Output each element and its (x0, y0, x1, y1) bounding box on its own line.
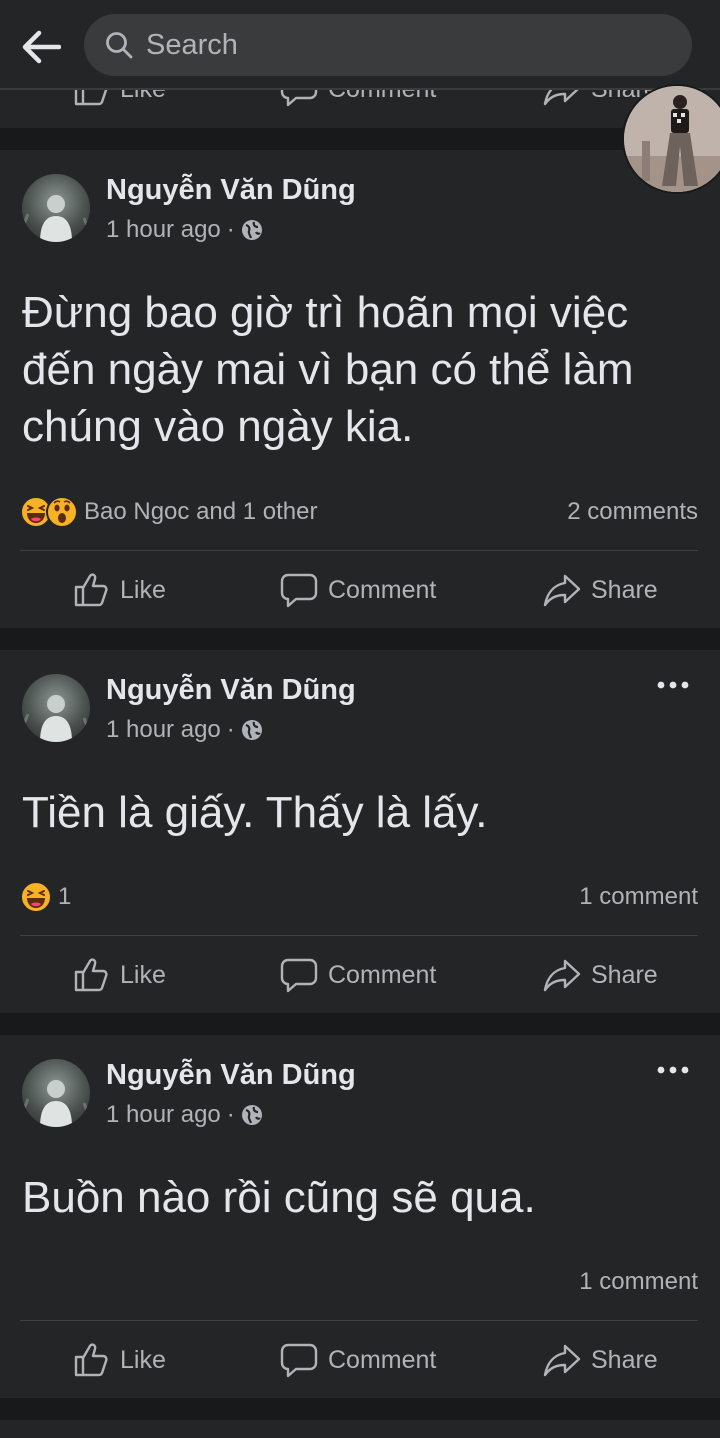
share-button[interactable]: Share (543, 552, 658, 628)
post-stats: 1 comment (20, 1262, 698, 1302)
comments-count[interactable]: 1 comment (579, 1268, 698, 1296)
comment-label: Comment (328, 960, 437, 989)
comments-count[interactable]: 1 comment (579, 883, 698, 911)
reaction-icons (20, 496, 78, 528)
share-icon (543, 1344, 581, 1377)
arrow-left-icon (22, 30, 61, 64)
post-text: Đừng bao giờ trì hoãn mọi việc đến ngày … (22, 288, 634, 451)
meta-separator: · (226, 716, 235, 743)
top-bar (0, 0, 720, 90)
thumbs-up-icon (74, 90, 108, 106)
globe-icon (241, 720, 262, 740)
thumbs-up-icon (74, 958, 108, 992)
like-label: Like (120, 90, 166, 104)
post-time[interactable]: 1 hour ago (106, 216, 221, 244)
globe-icon (241, 1105, 262, 1125)
more-horizontal-icon (657, 1066, 689, 1074)
post-meta: 1 hour ago · (106, 216, 263, 244)
comment-icon (280, 1343, 318, 1378)
more-options-button[interactable] (650, 1055, 696, 1085)
like-label: Like (120, 960, 166, 989)
post-time[interactable]: 1 hour ago (106, 716, 221, 744)
feed-page: Like Comment Share (0, 0, 720, 1438)
post-text: Buồn nào rồi cũng sẽ qua. (22, 1173, 536, 1222)
previous-post-actions: Like Comment Share (0, 90, 720, 128)
like-button[interactable]: Like (72, 552, 166, 628)
author-name[interactable]: Nguyễn Văn Dũng (106, 1059, 356, 1092)
wow-reaction-icon (46, 496, 78, 528)
post-card: Nguyễn Văn Dũng 1 hour ago · Đừng bao gi… (0, 150, 720, 628)
post-card: Nguyễn Văn Dũng 1 hour ago · Buồn nào rồ… (0, 1035, 720, 1398)
globe-icon (241, 220, 262, 240)
comment-button[interactable]: Comment (280, 90, 436, 127)
post-text: Tiền là giấy. Thấy là lấy. (22, 788, 488, 837)
share-button[interactable]: Share (543, 937, 658, 1013)
share-label: Share (591, 575, 658, 604)
next-post-card (0, 1420, 720, 1438)
post-actions: Like Comment Share (0, 552, 720, 628)
post-header: Nguyễn Văn Dũng 1 hour ago · (0, 1035, 720, 1145)
reactions-text: Bao Ngoc and 1 other (84, 498, 318, 525)
thumbs-up-icon (74, 1343, 108, 1377)
comment-button[interactable]: Comment (280, 937, 436, 1013)
author-name[interactable]: Nguyễn Văn Dũng (106, 674, 356, 707)
thumbs-up-icon (74, 573, 108, 607)
divider (20, 935, 698, 936)
more-horizontal-icon (657, 681, 689, 689)
avatar[interactable] (22, 674, 90, 742)
comment-label: Comment (328, 90, 436, 104)
post-stats: Bao Ngoc and 1 other 2 comments (20, 492, 698, 532)
like-button[interactable]: Like (72, 937, 166, 1013)
post-actions: Like Comment Share (0, 937, 720, 1013)
reactions-summary[interactable]: 1 (20, 881, 71, 913)
like-button[interactable]: Like (72, 1322, 166, 1398)
post-header: Nguyễn Văn Dũng 1 hour ago · (0, 650, 720, 760)
post-actions: Like Comment Share (0, 1322, 720, 1398)
comment-icon (280, 573, 318, 608)
like-label: Like (120, 1345, 166, 1374)
comment-button[interactable]: Comment (280, 1322, 436, 1398)
post-stats: 1 1 comment (20, 877, 698, 917)
divider (20, 550, 698, 551)
meta-separator: · (226, 1101, 235, 1128)
comment-icon (280, 958, 318, 993)
back-button[interactable] (18, 24, 64, 70)
share-icon (543, 959, 581, 992)
avatar[interactable] (22, 1059, 90, 1127)
post-card: Nguyễn Văn Dũng 1 hour ago · Tiền là giấ… (0, 650, 720, 1013)
reactions-text: 1 (58, 883, 72, 910)
divider (20, 1320, 698, 1321)
post-time[interactable]: 1 hour ago (106, 1101, 221, 1129)
share-button[interactable]: Share (543, 1322, 658, 1398)
share-label: Share (591, 1345, 658, 1374)
reactions-summary[interactable]: Bao Ngoc and 1 other (20, 496, 318, 528)
like-button[interactable]: Like (72, 90, 166, 127)
comment-label: Comment (328, 1345, 437, 1374)
reaction-icons (20, 881, 52, 913)
share-icon (543, 574, 581, 607)
more-options-button[interactable] (650, 670, 696, 700)
search-input[interactable] (146, 28, 646, 62)
like-label: Like (120, 575, 166, 604)
comments-count[interactable]: 2 comments (567, 498, 698, 526)
avatar[interactable] (22, 174, 90, 242)
share-icon (543, 90, 579, 106)
post-meta: 1 hour ago · (106, 1101, 263, 1129)
chat-head-photo (624, 86, 720, 192)
meta-separator: · (226, 216, 235, 243)
share-label: Share (591, 960, 658, 989)
post-header: Nguyễn Văn Dũng 1 hour ago · (0, 150, 720, 260)
post-meta: 1 hour ago · (106, 716, 263, 744)
search-icon (106, 32, 133, 59)
laugh-reaction-icon (20, 881, 52, 913)
search-bar[interactable] (84, 14, 692, 76)
author-name[interactable]: Nguyễn Văn Dũng (106, 174, 356, 207)
comment-button[interactable]: Comment (280, 552, 436, 628)
comment-label: Comment (328, 575, 437, 604)
comment-icon (280, 90, 318, 107)
